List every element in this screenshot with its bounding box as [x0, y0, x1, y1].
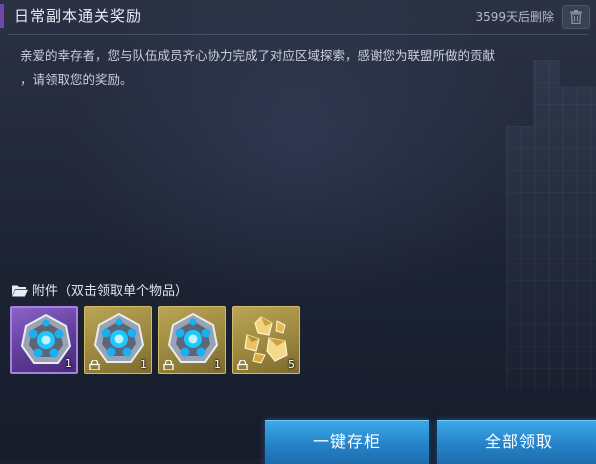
attachments-header-label: 附件（双击领取单个物品）: [32, 284, 189, 299]
item-quantity: 1: [214, 358, 221, 371]
item-quantity: 5: [288, 358, 295, 371]
lock-icon: [163, 360, 174, 370]
attachment-item[interactable]: 1: [10, 306, 78, 374]
mail-body: 亲爱的幸存者，您与队伍成员齐心协力完成了对应区域探索，感谢您为联盟所做的贡献 ，…: [20, 44, 585, 92]
lock-icon: [89, 360, 100, 370]
item-quantity: 1: [140, 358, 147, 371]
gold-ore-shards-icon: [244, 316, 288, 364]
attachment-item[interactable]: 1: [158, 306, 226, 374]
mail-body-line: ，请领取您的奖励。: [20, 72, 133, 87]
attachment-item[interactable]: 1: [84, 306, 152, 374]
blue-core-crystal-icon: [167, 312, 219, 363]
attachment-item[interactable]: 5: [232, 306, 300, 374]
mail-title: 日常副本通关奖励: [14, 7, 143, 25]
title-divider: [8, 34, 588, 35]
expire-text: 3599天后删除: [475, 10, 554, 24]
claim-all-button[interactable]: 全部领取: [437, 420, 596, 464]
item-quantity: 1: [65, 357, 72, 370]
delete-button[interactable]: [562, 5, 590, 29]
blue-core-crystal-icon: [93, 312, 145, 363]
attachments-header: 附件（双击领取单个物品）: [12, 280, 188, 299]
mail-body-line: 亲爱的幸存者，您与队伍成员齐心协力完成了对应区域探索，感谢您为联盟所做的贡献: [20, 48, 496, 63]
lock-icon: [237, 360, 248, 370]
trash-icon: [570, 10, 582, 24]
store-all-button[interactable]: 一键存柜: [265, 420, 429, 464]
folder-icon: [12, 285, 28, 297]
title-accent-bar: [0, 4, 4, 28]
